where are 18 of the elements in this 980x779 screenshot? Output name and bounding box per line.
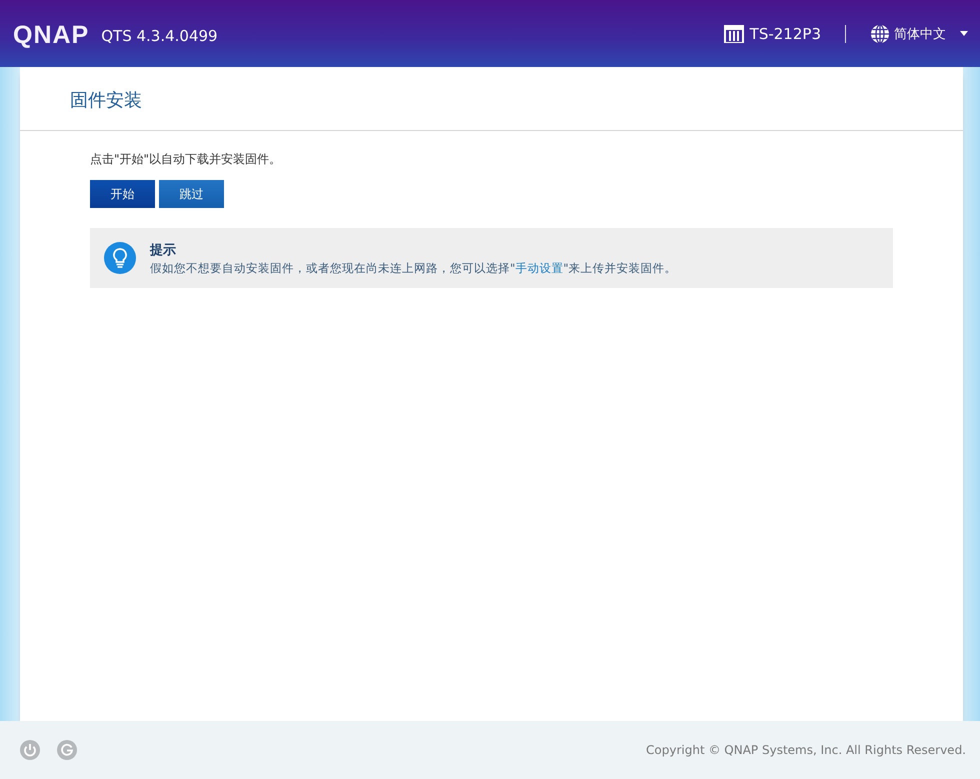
- device-model: TS-212P3: [750, 24, 821, 42]
- hint-title: 提示: [150, 242, 177, 258]
- lightbulb-icon: [104, 242, 136, 274]
- firmware-version: QTS 4.3.4.0499: [101, 26, 218, 44]
- manual-setup-link[interactable]: 手动设置: [515, 260, 564, 274]
- qnap-logo: QNAP: [13, 21, 90, 50]
- power-icon[interactable]: [20, 740, 40, 760]
- action-button[interactable]: 开始: [90, 180, 155, 208]
- language-selector[interactable]: 简体中文: [870, 24, 968, 44]
- copyright-text: Copyright © QNAP Systems, Inc. All Rights Reserved.: [646, 743, 966, 757]
- action-button[interactable]: 跳过: [159, 180, 224, 208]
- server-icon: [724, 24, 744, 42]
- instruction-text: 点击"开始"以自动下载并安装固件。: [90, 151, 282, 168]
- caret-icon: [960, 31, 968, 36]
- page-title: 固件安装: [20, 67, 963, 131]
- restart-icon[interactable]: [57, 740, 77, 760]
- globe-icon: [870, 24, 890, 44]
- hint-text: 假如您不想要自动安装固件，或者您现在尚未连上网路，您可以选择"手动设置"来上传并安装固件。: [150, 260, 677, 276]
